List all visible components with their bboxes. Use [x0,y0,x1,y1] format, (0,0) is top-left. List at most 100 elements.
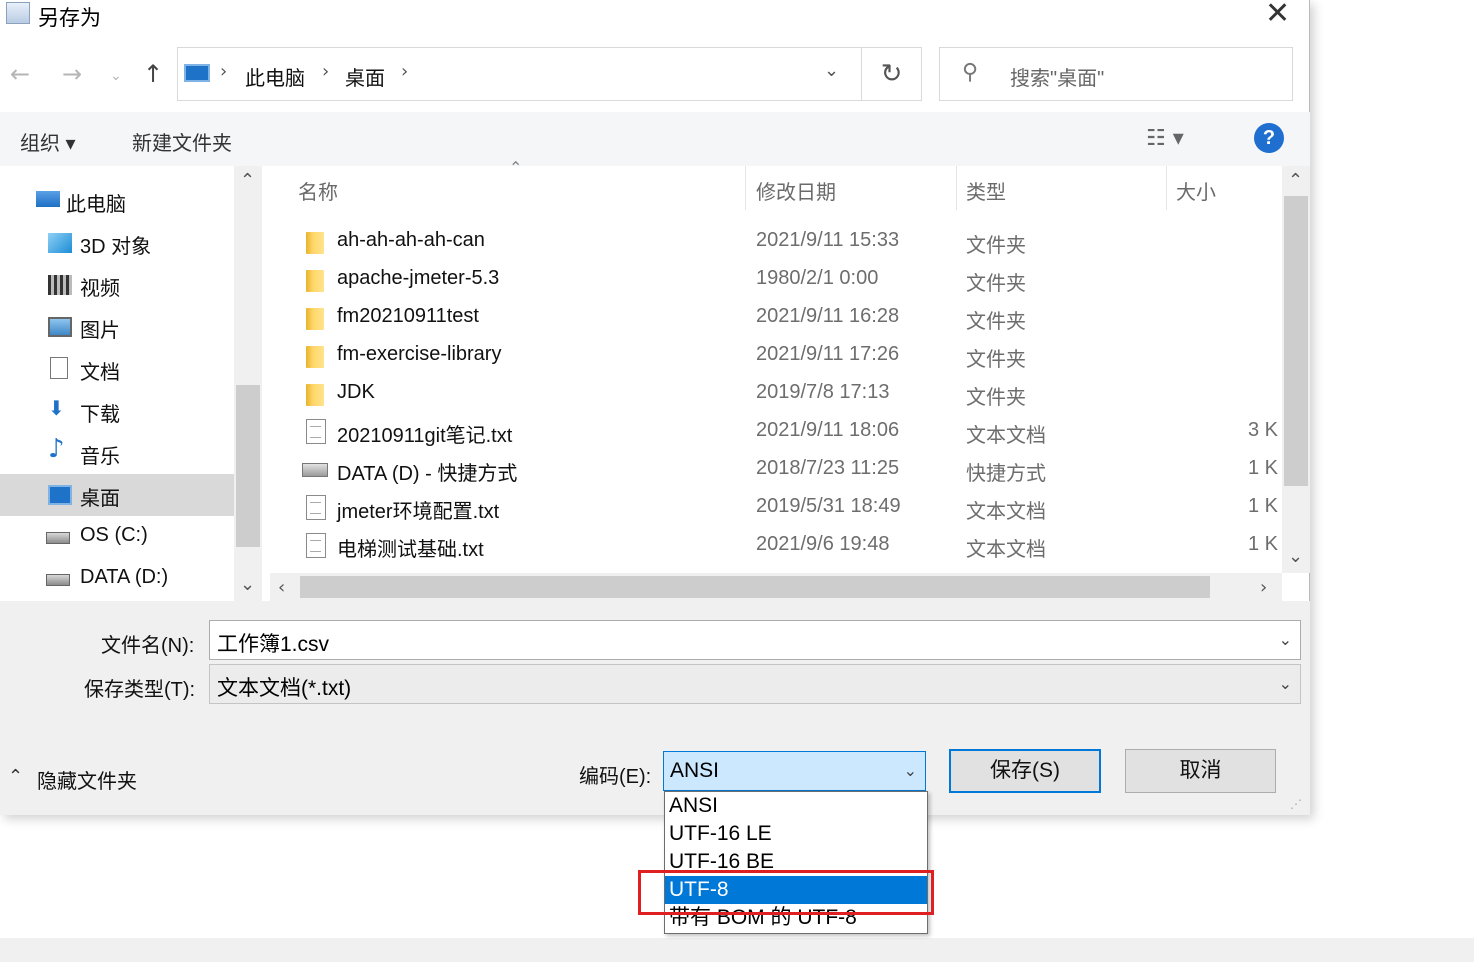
file-name: ah-ah-ah-ah-can [337,229,485,251]
chevron-right-icon[interactable]: › [220,61,227,82]
sidebar-item[interactable]: 此电脑 [0,180,234,222]
folder-icon [306,346,324,368]
file-type: 文件夹 [966,349,1026,371]
encoding-option[interactable]: UTF-16 LE [665,820,927,848]
chevron-down-icon[interactable]: ⌄ [904,761,917,780]
column-header-date[interactable]: 修改日期 [756,176,836,205]
new-folder-button[interactable]: 新建文件夹 [132,127,232,156]
sidebar-item[interactable]: ⬇ 下载 [0,390,234,432]
address-dropdown-icon[interactable]: ⌄ [824,60,839,81]
breadcrumb-this-pc[interactable]: 此电脑 [245,62,305,91]
sidebar-item-label: DATA (D:) [80,566,169,588]
encoding-option[interactable]: ANSI [665,792,927,820]
sidebar-item[interactable]: DATA (D:) [0,558,234,600]
scroll-left-icon[interactable]: ‹ [278,577,285,598]
chevron-right-icon[interactable]: › [401,61,408,82]
back-arrow-icon[interactable]: ← [10,60,30,88]
encoding-select[interactable]: ANSI ⌄ [663,751,926,791]
horizontal-scroll-thumb[interactable] [300,576,1210,598]
hide-folders-toggle[interactable]: 隐藏文件夹 [37,765,137,794]
sidebar-item-label: 图片 [80,320,120,342]
nav-scroll-thumb[interactable] [236,385,260,547]
file-row[interactable]: DATA (D) - 快捷方式 2018/7/23 11:25 快捷方式 1 K [288,451,1280,489]
column-divider[interactable] [956,166,957,210]
cube-icon [48,233,72,253]
drive-icon [46,574,70,586]
breadcrumb-desktop[interactable]: 桌面 [345,62,385,91]
sidebar-item-label: OS (C:) [80,524,148,546]
scroll-up-icon[interactable]: ⌃ [1288,170,1303,191]
column-divider[interactable] [1166,166,1167,210]
view-options-icon[interactable]: ☷ ▾ [1146,126,1184,151]
sidebar-item-label: 音乐 [80,446,120,468]
sidebar-item[interactable]: 桌面 [0,474,234,516]
chevron-down-icon[interactable]: ⌄ [1279,630,1292,649]
scroll-down-icon[interactable]: ⌄ [1288,546,1303,567]
file-type: 文件夹 [966,235,1026,257]
sidebar-item[interactable]: 文档 [0,348,234,390]
folder-icon [306,384,324,406]
film-icon [48,275,72,295]
desktop-icon [48,485,72,505]
computer-icon [36,191,60,207]
file-row[interactable]: apache-jmeter-5.3 1980/2/1 0:00 文件夹 [288,261,1280,299]
picture-icon [48,317,72,337]
search-input[interactable] [939,47,1293,101]
resize-grip-icon[interactable]: ⋰ [1290,797,1306,813]
file-date: 1980/2/1 0:00 [756,267,879,289]
chevron-down-icon[interactable]: ⌄ [1279,674,1292,693]
sidebar-item-label: 下载 [80,404,120,426]
sidebar-item[interactable]: 视频 [0,264,234,306]
forward-arrow-icon[interactable]: → [62,60,82,88]
up-arrow-icon[interactable]: ↑ [143,60,163,88]
file-date: 2018/7/23 11:25 [756,457,900,479]
file-name: JDK [337,381,375,403]
sidebar-item-label: 文档 [80,362,120,384]
column-header-name[interactable]: 名称 [298,176,338,205]
file-row[interactable]: 20210911git笔记.txt 2021/9/11 18:06 文本文档 3 K [288,413,1280,451]
file-row[interactable]: fm-exercise-library 2021/9/11 17:26 文件夹 [288,337,1280,375]
sidebar-item[interactable]: ♪ 音乐 [0,432,234,474]
recent-chevron-icon[interactable]: ⌄ [110,68,122,84]
scroll-right-icon[interactable]: › [1260,577,1267,598]
file-row[interactable]: JDK 2019/7/8 17:13 文件夹 [288,375,1280,413]
sidebar-item[interactable]: 图片 [0,306,234,348]
organize-button[interactable]: 组织 ▾ [20,127,76,156]
chevron-up-icon[interactable]: ⌃ [8,766,23,787]
file-size: 1 K [1248,533,1279,555]
taskbar-strip [0,938,1474,962]
file-type: 快捷方式 [966,463,1046,485]
chevron-right-icon[interactable]: › [322,61,329,82]
file-row[interactable]: fm20210911test 2021/9/11 16:28 文件夹 [288,299,1280,337]
column-header-size[interactable]: 大小 [1176,176,1216,205]
file-size: 3 K [1248,419,1279,441]
save-type-select[interactable]: 文本文档(*.txt) ⌄ [209,664,1301,704]
column-header-type[interactable]: 类型 [966,176,1006,205]
file-name: 20210911git笔记.txt [337,425,513,447]
sidebar-item[interactable]: OS (C:) [0,516,234,558]
search-icon: ⚲ [962,60,979,85]
file-type: 文件夹 [966,387,1026,409]
scroll-down-icon[interactable]: ⌄ [240,574,255,595]
file-name: jmeter环境配置.txt [337,501,500,523]
column-divider[interactable] [745,166,746,210]
sidebar-item[interactable]: 3D 对象 [0,222,234,264]
file-row[interactable]: ah-ah-ah-ah-can 2021/9/11 15:33 文件夹 [288,223,1280,261]
filename-label: 文件名(N): [101,635,195,657]
file-name: fm-exercise-library [337,343,502,365]
refresh-icon[interactable]: ↻ [862,47,922,101]
filename-input[interactable]: 工作簿1.csv ⌄ [209,620,1301,660]
save-button[interactable]: 保存(S) [949,749,1101,793]
file-row[interactable]: 电梯测试基础.txt 2021/9/6 19:48 文本文档 1 K [288,527,1280,565]
help-icon[interactable]: ? [1254,123,1284,153]
scroll-up-icon[interactable]: ⌃ [240,170,255,191]
file-row[interactable]: jmeter环境配置.txt 2019/5/31 18:49 文本文档 1 K [288,489,1280,527]
file-name: fm20210911test [337,305,479,327]
cancel-button[interactable]: 取消 [1125,749,1276,793]
save-as-dialog: 另存为 ✕ ← → ⌄ ↑ › 此电脑 › 桌面 › ⌄ ↻ ⚲ 搜索"桌面" … [0,0,1310,815]
sidebar-item-label: 视频 [80,278,120,300]
close-icon[interactable]: ✕ [1265,0,1290,31]
folder-icon [306,232,324,254]
folder-icon [306,270,324,292]
file-list-scroll-thumb[interactable] [1284,196,1308,486]
